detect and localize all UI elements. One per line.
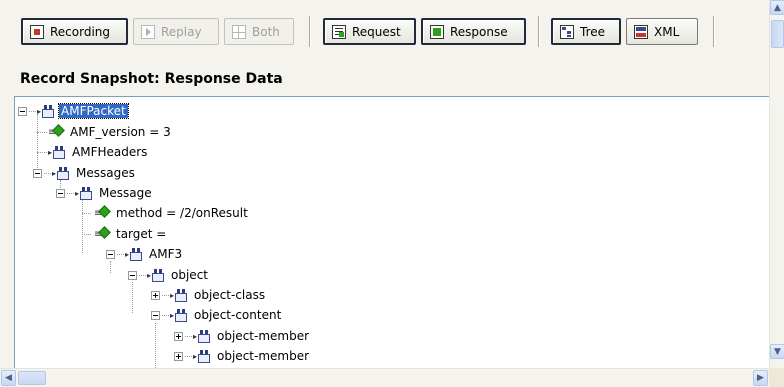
tree-leaf[interactable]: ≡ AMF_version = 3 [48, 122, 173, 142]
request-label: Request [352, 24, 401, 39]
response-button[interactable]: Response [421, 18, 526, 45]
tree-node-label[interactable]: Messages [74, 166, 137, 180]
tree-label: Tree [580, 24, 606, 39]
tree-node[interactable]: ▸ AMFHeaders [48, 142, 149, 162]
recording-button[interactable]: Recording [21, 18, 128, 45]
collapse-toggle-icon[interactable] [33, 168, 42, 178]
snapshot-title: Record Snapshot: Response Data [20, 71, 283, 87]
expand-toggle-icon[interactable] [151, 290, 160, 300]
node-icon [175, 288, 188, 302]
node-icon [53, 145, 66, 159]
tree-connector [155, 323, 156, 368]
both-button[interactable]: Both [224, 18, 294, 45]
expand-toggle-icon[interactable] [174, 331, 183, 341]
tree-node[interactable]: ▸ Message [56, 183, 154, 203]
node-icon [80, 186, 93, 200]
tree-connector [82, 213, 91, 214]
tree-node[interactable]: ▸ object [128, 265, 210, 285]
tree-node[interactable]: ▸ AMFPacket [18, 101, 129, 121]
tree-connector [132, 282, 133, 313]
horizontal-scrollbar[interactable]: ◀ ▶ [0, 368, 769, 387]
tree-node[interactable]: ▸ object-member [174, 326, 311, 346]
xml-view-button[interactable]: XML [626, 18, 698, 45]
tree-icon [560, 24, 574, 39]
scroll-right-icon[interactable]: ▶ [753, 370, 768, 386]
tree-node-label[interactable]: method = /2/onResult [114, 206, 250, 220]
node-icon [57, 166, 70, 180]
xml-icon [634, 24, 648, 39]
scrollbar-corner [769, 368, 784, 386]
horizontal-scroll-thumb[interactable] [18, 371, 46, 385]
tree-node-label[interactable]: object-member [215, 349, 311, 363]
expand-toggle-icon[interactable] [174, 351, 183, 361]
collapse-toggle-icon[interactable] [128, 270, 137, 280]
tree-connector [37, 152, 47, 153]
tree-connector [82, 200, 83, 253]
scroll-down-icon[interactable]: ▼ [770, 344, 784, 359]
tree-node[interactable]: ▸ Messages [33, 163, 137, 183]
tree-node[interactable]: ▸ object-member [174, 346, 311, 366]
collapse-toggle-icon[interactable] [151, 310, 160, 320]
tree-node-label[interactable]: target = [114, 227, 168, 241]
tree-node-label[interactable]: Message [97, 186, 154, 200]
node-icon [175, 308, 188, 322]
recording-icon [30, 24, 44, 39]
node-icon [198, 349, 211, 363]
collapse-toggle-icon[interactable] [56, 188, 65, 198]
response-label: Response [450, 24, 508, 39]
response-icon [430, 24, 444, 39]
tree-node[interactable]: ▸ object-class [151, 285, 267, 305]
vertical-scrollbar[interactable]: ▲ ▼ [769, 0, 784, 368]
replay-icon [141, 24, 155, 39]
vertical-scroll-thumb[interactable] [771, 20, 784, 48]
tree-node-label[interactable]: AMFPacket [58, 103, 129, 119]
property-icon: ≡ [94, 205, 111, 219]
response-tree[interactable]: ▸ AMFPacket ≡ AMF_version = 3 ▸ AMFHeade… [14, 96, 770, 369]
scroll-up-icon[interactable]: ▲ [770, 0, 784, 15]
toolbar-separator [713, 16, 714, 47]
tree-node-label[interactable]: object-content [192, 308, 283, 322]
collapse-toggle-icon[interactable] [106, 249, 115, 259]
tree-connector [37, 132, 47, 133]
tree-connector [82, 234, 91, 235]
toolbar-separator [309, 16, 310, 47]
replay-label: Replay [161, 24, 202, 39]
tree-node-label[interactable]: AMF_version = 3 [68, 125, 173, 139]
tree-view-button[interactable]: Tree [551, 18, 621, 45]
toolbar: Recording Replay Both Request Response T… [0, 0, 769, 66]
property-icon: ≡ [48, 124, 65, 138]
tree-node[interactable]: ▸ object-content [151, 305, 283, 325]
tree-leaf[interactable]: ≡ method = /2/onResult [94, 203, 250, 223]
recording-label: Recording [50, 24, 111, 39]
request-button[interactable]: Request [323, 18, 416, 45]
xml-label: XML [654, 24, 680, 39]
node-icon [130, 247, 143, 261]
response-data-panel: Recording Replay Both Request Response T… [0, 0, 770, 369]
scroll-left-icon[interactable]: ◀ [1, 370, 16, 386]
collapse-toggle-icon[interactable] [18, 106, 27, 116]
tree-leaf[interactable]: ≡ target = [94, 224, 168, 244]
tree-node[interactable]: ▸ AMF3 [106, 244, 184, 264]
tree-node-label[interactable]: object-member [215, 329, 311, 343]
node-icon [42, 104, 55, 118]
property-icon: ≡ [94, 226, 111, 240]
tree-node-label[interactable]: AMFHeaders [70, 145, 149, 159]
replay-button[interactable]: Replay [133, 18, 219, 45]
tree-node-label[interactable]: object-class [192, 288, 267, 302]
tree-node-label[interactable]: object [169, 268, 210, 282]
node-icon [152, 268, 165, 282]
request-icon [332, 24, 346, 39]
toolbar-separator [538, 16, 539, 47]
tree-node-label[interactable]: AMF3 [147, 247, 184, 261]
both-icon [232, 24, 246, 39]
node-icon [198, 329, 211, 343]
both-label: Both [252, 24, 280, 39]
